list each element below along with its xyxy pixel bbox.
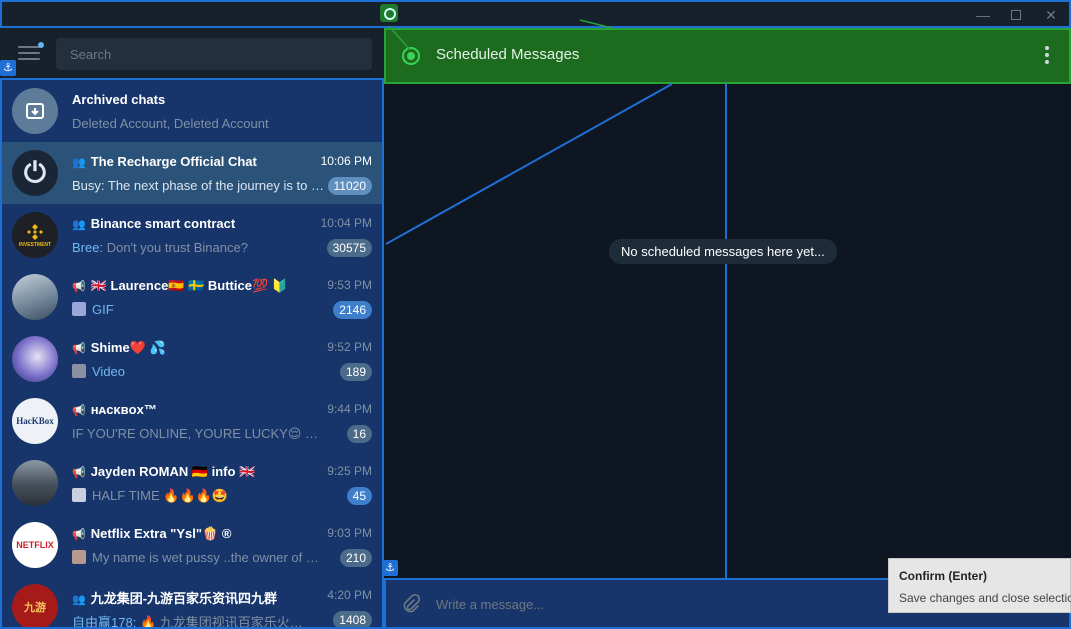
maximize-button[interactable] [1007, 6, 1025, 24]
page-title: Scheduled Messages [436, 46, 580, 63]
chat-item-netflix[interactable]: NETFLIX 📢 Netflix Extra "Ysl"🍿 ® 9:03 PM … [2, 514, 382, 576]
avatar [12, 336, 58, 382]
selection-guide-line [725, 84, 727, 578]
chat-name: 👥 九龙集团-九游百家乐资讯四九群 [72, 591, 278, 606]
megaphone-icon: 📢 [72, 467, 86, 479]
chat-time: 9:44 PM [327, 402, 372, 416]
unread-badge: 1408 [333, 611, 372, 627]
chat-preview: GIF [72, 302, 322, 317]
empty-state-note: No scheduled messages here yet... [609, 239, 837, 264]
chat-header: Scheduled Messages [384, 28, 1071, 84]
megaphone-icon: 📢 [72, 343, 86, 355]
chat-time: 9:53 PM [327, 278, 372, 292]
message-input[interactable] [436, 592, 876, 616]
paperclip-icon [403, 593, 421, 613]
unread-badge: 45 [346, 487, 372, 505]
megaphone-icon: 📢 [72, 405, 86, 417]
unread-badge: 30575 [326, 239, 372, 257]
chat-preview: IF YOU'RE ONLINE, YOURE LUCKY😌 Deletin… [72, 426, 322, 441]
unread-badge: 11020 [327, 177, 372, 195]
chat-item-laurence[interactable]: 📢 🇬🇧 Laurence🇪🇸 🇸🇪 Buttice💯 🔰 9:53 PM GIF… [2, 266, 382, 328]
megaphone-icon: 📢 [72, 529, 86, 541]
chat-preview: Busy: The next phase of the journey is t… [72, 178, 324, 193]
chat-preview: My name is wet pussy ..the owner of thi… [72, 550, 322, 565]
chat-item-shime[interactable]: 📢 Shime❤️ 💦 9:52 PM Video 189 [2, 328, 382, 390]
title-bar: — ✕ [0, 0, 1071, 28]
chat-item-hackbox[interactable]: HacKBox 📢 ʜᴀᴄᴋʙᴏx™ 9:44 PM IF YOU'RE ONLI… [2, 390, 382, 452]
attach-button[interactable] [400, 593, 421, 614]
group-icon: 👥 [72, 157, 86, 169]
chat-list: Archived chats Deleted Account, Deleted … [0, 78, 384, 629]
chat-item-jiulong[interactable]: 九游 👥 九龙集团-九游百家乐资讯四九群 4:20 PM 自由赢178: 🔥 九龙… [2, 576, 382, 629]
close-button[interactable]: ✕ [1042, 6, 1060, 24]
chat-preview: 自由赢178: 🔥 九龙集团视讯百家乐火… [72, 615, 303, 629]
avatar [12, 460, 58, 506]
chat-time: 10:04 PM [320, 216, 372, 230]
selection-target-icon[interactable] [380, 4, 398, 22]
chat-time: 4:20 PM [327, 588, 372, 602]
group-icon: 👥 [72, 594, 86, 606]
minimize-button[interactable]: — [974, 6, 992, 24]
telegram-window: — ✕ Archived chats Deleted Account, Dele… [0, 0, 1071, 629]
chat-time: 10:06 PM [320, 154, 372, 168]
megaphone-icon: 📢 [72, 281, 86, 293]
unread-badge: 16 [346, 425, 372, 443]
chat-preview: HALF TIME 🔥🔥🔥🤩 [72, 488, 322, 504]
jiulong-logo: 九游 [12, 584, 58, 627]
chat-name: 📢 Jayden ROMAN 🇩🇪 info 🇬🇧 [72, 464, 256, 479]
chat-preview: Bree: Don't you trust Binance? [72, 240, 248, 255]
archived-chats-item[interactable]: Archived chats Deleted Account, Deleted … [2, 80, 382, 142]
maximize-icon [1011, 10, 1021, 20]
netflix-logo: NETFLIX [12, 522, 58, 568]
chat-name: 👥 Binance smart contract [72, 216, 236, 231]
archive-icon [12, 88, 58, 134]
chat-name: 👥 The Recharge Official Chat [72, 154, 257, 169]
unread-badge: 2146 [333, 301, 372, 319]
unread-badge: 189 [339, 363, 372, 381]
tooltip-title: Confirm (Enter) [899, 569, 987, 583]
confirm-tooltip: Confirm (Enter) Save changes and close s… [888, 558, 1071, 613]
search-input[interactable] [56, 38, 372, 70]
unread-badge: 210 [339, 549, 372, 567]
unread-dot-icon [38, 42, 44, 48]
more-options-button[interactable] [1045, 46, 1049, 66]
chat-preview: Deleted Account, Deleted Account [72, 116, 269, 131]
group-icon: 👥 [72, 219, 86, 231]
chat-name: 📢 🇬🇧 Laurence🇪🇸 🇸🇪 Buttice💯 🔰 [72, 278, 288, 293]
tooltip-text: Save changes and close selection [899, 591, 1071, 605]
left-panel: Archived chats Deleted Account, Deleted … [0, 28, 384, 629]
chat-item-binance[interactable]: INVESTMENT 👥 Binance smart contract 10:04… [2, 204, 382, 266]
chat-item-jayden[interactable]: 📢 Jayden ROMAN 🇩🇪 info 🇬🇧 9:25 PM HALF TI… [2, 452, 382, 514]
avatar [12, 274, 58, 320]
chat-name: 📢 Netflix Extra "Ysl"🍿 ® [72, 526, 232, 541]
chat-name: 📢 ʜᴀᴄᴋʙᴏx™ [72, 402, 157, 417]
main-menu-button[interactable] [18, 42, 44, 62]
chat-time: 9:52 PM [327, 340, 372, 354]
scheduled-icon [404, 49, 418, 63]
chat-preview: Video [72, 364, 322, 379]
chat-time: 9:03 PM [327, 526, 372, 540]
chat-time: 9:25 PM [327, 464, 372, 478]
anchor-icon[interactable]: ⚓ [0, 60, 16, 76]
power-icon: ⏻ [12, 150, 58, 196]
hackbox-logo: HacKBox [12, 398, 58, 444]
chat-name: Archived chats [72, 92, 166, 107]
binance-logo: INVESTMENT [12, 212, 58, 258]
messages-area: No scheduled messages here yet... [384, 84, 1071, 578]
anchor-icon[interactable]: ⚓ [382, 560, 398, 576]
chat-name: 📢 Shime❤️ 💦 [72, 340, 166, 355]
chat-item-recharge[interactable]: ⏻ 👥 The Recharge Official Chat 10:06 PM B… [2, 142, 382, 204]
